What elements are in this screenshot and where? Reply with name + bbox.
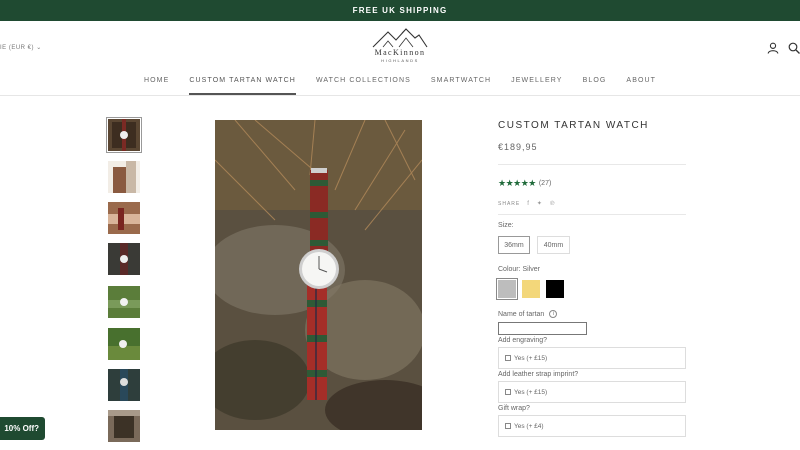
tartan-label-text: Name of tartan [498,310,545,318]
logo[interactable]: MacKinnon HIGHLANDS [361,27,439,63]
thumbnail[interactable] [108,202,140,234]
product-rating[interactable]: ★★★★★ (27) [498,178,551,189]
size-option-40mm[interactable]: 40mm [537,236,570,254]
colour-swatch-silver[interactable] [496,278,518,300]
giftwrap-label: Gift wrap? [498,405,530,412]
info-icon[interactable]: i [549,310,558,318]
nav-item-blog[interactable]: BLOG [573,77,617,95]
thumbnail[interactable] [108,161,140,193]
thumbnail[interactable] [108,243,140,275]
divider [498,164,686,165]
twitter-icon[interactable]: ✦ [537,200,543,207]
product-title: CUSTOM TARTAN WATCH [498,120,649,131]
divider [498,214,686,215]
nav-item-watch-collections[interactable]: WATCH COLLECTIONS [306,77,421,95]
tartan-name-label: Name of tartan i [498,310,558,318]
engraving-label: Add engraving? [498,337,548,344]
share-row: SHARE f ✦ ℗ [498,200,555,208]
main-nav: HOME CUSTOM TARTAN WATCH WATCH COLLECTIO… [0,77,800,95]
giftwrap-checkbox[interactable] [505,423,511,429]
thumbnail[interactable] [108,369,140,401]
facebook-icon[interactable]: f [527,201,530,207]
mountain-logo-icon [372,28,428,48]
size-label: Size: [498,222,514,229]
currency-label[interactable]: IE (EUR €) [0,45,34,51]
thumbnail[interactable] [106,117,142,153]
chevron-down-icon[interactable]: ⌄ [36,45,42,51]
search-icon[interactable] [788,41,800,59]
colour-label: Colour: Silver [498,266,541,273]
announcement-text: FREE UK SHIPPING [352,6,448,15]
logo-name: MacKinnon [374,48,426,57]
thumbnail[interactable] [108,328,140,360]
size-option-label: 40mm [543,241,564,249]
pinterest-icon[interactable]: ℗ [550,201,555,207]
thumbnail[interactable] [108,286,140,318]
imprint-label: Add leather strap imprint? [498,371,579,378]
logo-subtitle: HIGHLANDS [381,58,419,63]
nav-divider [0,95,800,96]
discount-tab-label[interactable]: 10% Off? [4,424,39,433]
announcement-bar: FREE UK SHIPPING [0,0,800,21]
thumbnail[interactable] [108,410,140,442]
engraving-option[interactable]: Yes (+ £15) [498,347,686,369]
nav-item-about[interactable]: ABOUT [616,77,666,95]
user-icon[interactable] [767,41,779,59]
giftwrap-option-label: Yes (+ £4) [514,422,544,430]
currency-selector[interactable]: IE (EUR €) ⌄ [0,44,42,51]
engraving-checkbox[interactable] [505,355,511,361]
colour-swatch-gold[interactable] [522,280,540,298]
size-option-label: 36mm [504,241,524,249]
imprint-option-label: Yes (+ £15) [514,388,548,396]
nav-item-custom-tartan-watch[interactable]: CUSTOM TARTAN WATCH [179,77,306,95]
tartan-name-input[interactable] [498,322,587,335]
review-count[interactable]: (27) [539,180,551,187]
product-price: €189,95 [498,142,538,152]
imprint-checkbox[interactable] [505,389,511,395]
giftwrap-option[interactable]: Yes (+ £4) [498,415,686,437]
imprint-option[interactable]: Yes (+ £15) [498,381,686,403]
nav-item-home[interactable]: HOME [134,77,179,95]
nav-item-jewellery[interactable]: JEWELLERY [501,77,572,95]
engraving-option-label: Yes (+ £15) [514,354,548,362]
share-label: SHARE [498,200,521,207]
discount-popup-tab[interactable]: 10% Off? [0,417,45,440]
nav-item-smartwatch[interactable]: SMARTWATCH [421,77,501,95]
product-main-image[interactable] [215,120,422,430]
size-option-36mm[interactable]: 36mm [498,236,530,254]
colour-swatch-black[interactable] [546,280,564,298]
star-rating-icon: ★★★★★ [498,178,536,188]
